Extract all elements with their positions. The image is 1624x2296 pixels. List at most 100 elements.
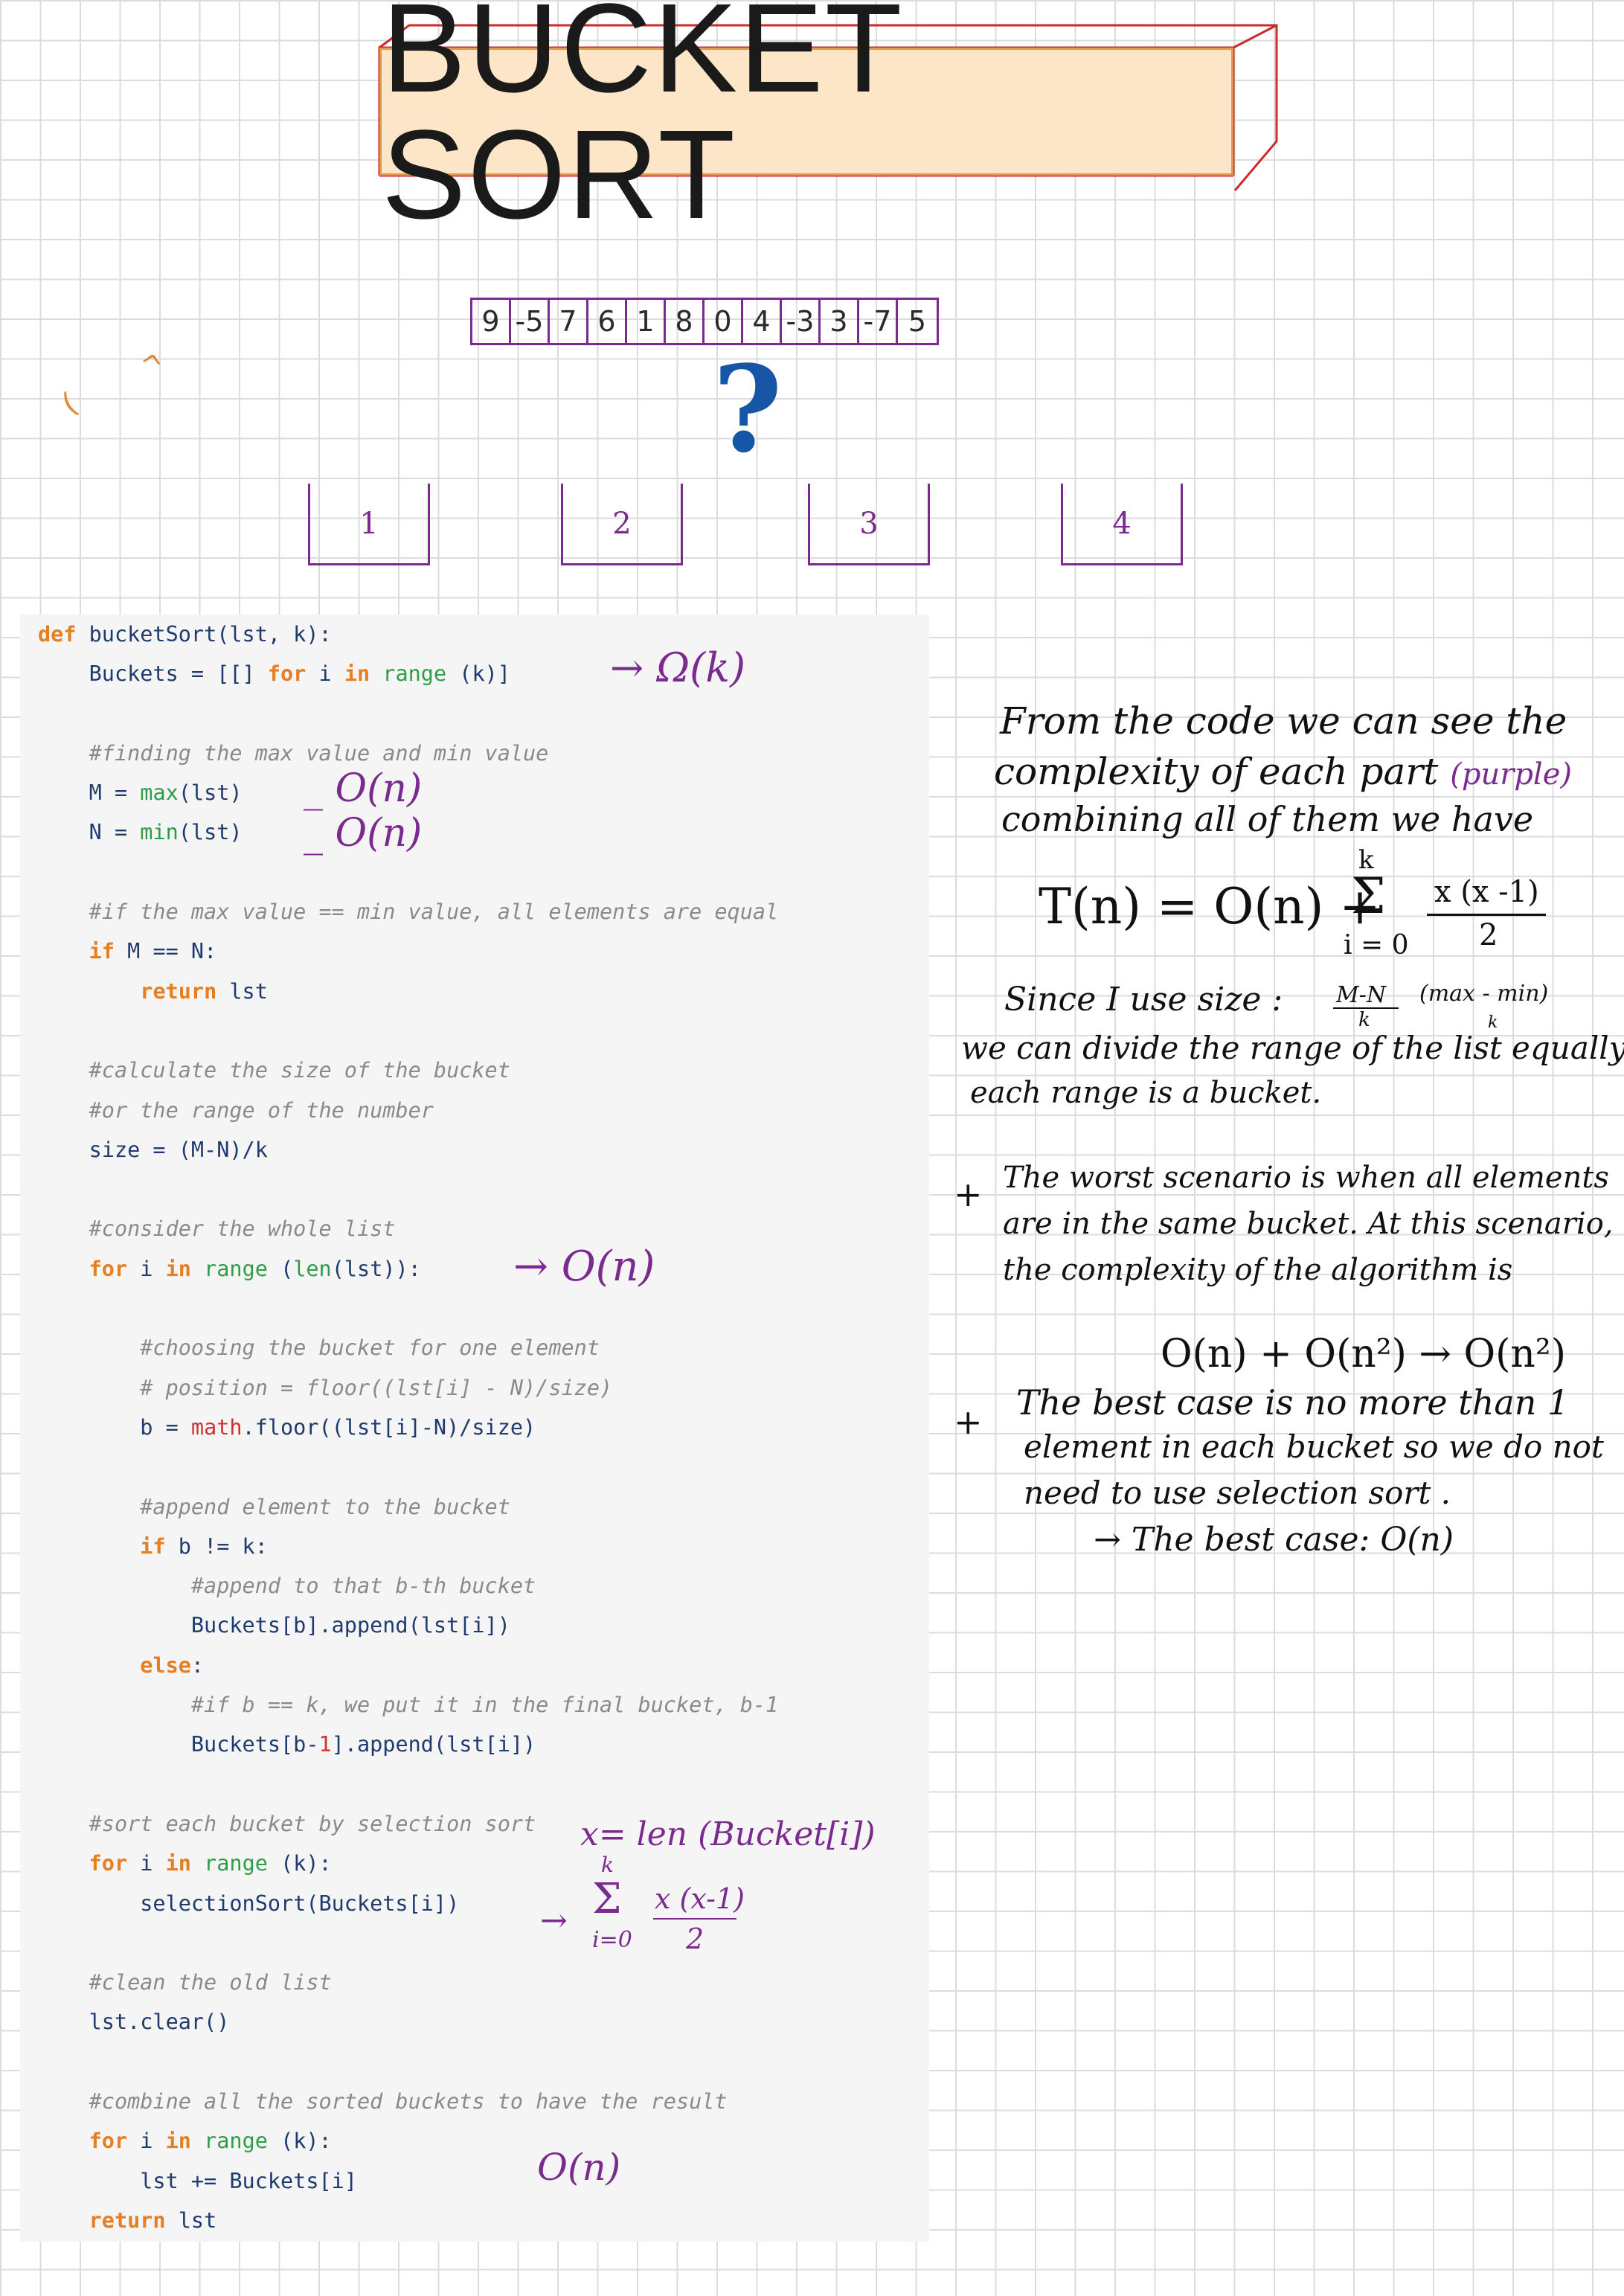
code-token: bucketSort(lst, k):	[89, 622, 332, 647]
code-line: #choosing the bucket for one element	[38, 1328, 778, 1367]
page-title: BUCKET SORT	[382, 0, 902, 246]
code-token: lst	[165, 2207, 217, 2233]
code-line: return lst	[38, 2201, 778, 2240]
code-token: i	[306, 661, 344, 687]
code-token: .floor((lst[i]-N)/size)	[242, 1414, 536, 1440]
code-token: M =	[38, 780, 141, 806]
bucket-1: 1	[308, 484, 430, 565]
array-cell: 5	[908, 305, 927, 338]
code-line: #consider the whole list	[38, 1209, 778, 1248]
array-cell: -7	[859, 300, 898, 343]
bucket-4: 4	[1061, 484, 1183, 565]
code-line: Buckets[b].append(lst[i])	[38, 1606, 778, 1645]
code-token: def	[38, 622, 89, 647]
best-line-2: element in each bucket so we do not	[1024, 1428, 1604, 1465]
code-token: (k)]	[446, 661, 510, 687]
best-line-4: → The best case: O(n)	[1094, 1521, 1454, 1559]
code-line: # position = floor((lst[i] - N)/size)	[38, 1368, 778, 1408]
code-token: #sort each bucket by selection sort	[38, 1811, 536, 1836]
code-token: lst += Buckets[i]	[38, 2168, 357, 2193]
code-token: b != k:	[165, 1533, 268, 1559]
best-bullet: +	[954, 1402, 983, 1442]
since-line-3: each range is a bucket.	[970, 1076, 1322, 1110]
code-token: Buckets = [[]	[38, 661, 268, 687]
formula-denominator: 2	[1479, 918, 1498, 952]
code-token: i	[127, 1851, 166, 1876]
code-token: for	[89, 2129, 128, 2154]
code-token: #append to that b-th bucket	[38, 1574, 536, 1599]
code-token: range	[204, 2129, 268, 2154]
code-token: in	[165, 1256, 191, 1281]
annotation-sum-numerator: x (x-1)	[655, 1882, 745, 1915]
bucket-label: 1	[359, 506, 379, 541]
code-token: (lst)	[178, 780, 243, 806]
code-token: lst	[216, 978, 268, 1004]
bucket-label: 3	[859, 506, 879, 541]
code-token: :	[190, 1652, 205, 1678]
array-cell: 4	[743, 300, 782, 343]
code-token: lst.clear()	[38, 2010, 230, 2035]
formula-sum-symbol: Σ	[1351, 868, 1386, 925]
notes-line-3: combining all of them we have	[1001, 799, 1534, 839]
code-token: #if the max value == min value, all elem…	[38, 900, 779, 925]
notes-purple-label: (purple)	[1450, 757, 1573, 792]
code-token: (k):	[267, 1851, 332, 1876]
worst-bullet: +	[954, 1174, 983, 1214]
annotation-sum-symbol: Σ	[592, 1875, 622, 1923]
code-token: # position = floor((lst[i] - N)/size)	[38, 1375, 613, 1400]
array-cell: 0	[705, 300, 743, 343]
code-token: b =	[38, 1414, 191, 1440]
code-line: lst.clear()	[38, 2002, 778, 2042]
since-line-1: Since I use size :	[1004, 981, 1283, 1019]
code-line: #if b == k, we put it in the final bucke…	[38, 1685, 778, 1725]
code-token: (lst)	[178, 820, 243, 845]
since-line-2: we can divide the range of the list equa…	[961, 1030, 1624, 1066]
code-token: range	[382, 661, 447, 687]
code-line: else:	[38, 1646, 778, 1685]
code-token: (	[267, 1256, 294, 1281]
code-token: math	[190, 1414, 243, 1440]
code-token: (lst)):	[331, 1256, 421, 1281]
code-token: size = (M-N)/k	[38, 1137, 268, 1162]
array-cell: 7	[550, 300, 588, 343]
code-token: min	[140, 820, 179, 845]
annotation-sum-lower: i=0	[592, 1927, 632, 1953]
code-token: return	[89, 2207, 166, 2233]
best-line-3: need to use selection sort .	[1024, 1475, 1451, 1511]
annotation-min-on: _ O(n)	[304, 811, 423, 856]
worst-line-1: The worst scenario is when all elements	[1003, 1161, 1609, 1195]
code-token: M == N:	[114, 939, 217, 964]
code-line: #combine all the sorted buckets to have …	[38, 2082, 778, 2121]
code-token: else	[140, 1652, 191, 1678]
code-block: def bucketSort(lst, k): Buckets = [[] fo…	[20, 615, 929, 2242]
array-cell: -5	[511, 300, 550, 343]
code-token: selectionSort(Buckets[i])	[38, 1891, 460, 1916]
pen-mark-left: (	[56, 386, 84, 422]
best-line-1: The best case is no more than 1	[1016, 1382, 1570, 1423]
bucket-2: 2	[561, 484, 683, 565]
formula-numerator: x (x -1)	[1434, 875, 1539, 909]
code-token: #consider the whole list	[38, 1216, 396, 1242]
code-token: in	[344, 661, 370, 687]
question-mark: ?	[713, 339, 783, 479]
array-cell: 3	[821, 300, 859, 343]
annotation-sum-bar	[653, 1918, 736, 1920]
title-box: BUCKET SORT	[379, 0, 1233, 238]
code-token: #combine all the sorted buckets to have …	[38, 2088, 728, 2114]
code-line: Buckets[b-1].append(lst[i])	[38, 1725, 778, 1764]
code-line: #or the range of the number	[38, 1091, 778, 1130]
since-paren: (max - min)	[1419, 981, 1549, 1007]
